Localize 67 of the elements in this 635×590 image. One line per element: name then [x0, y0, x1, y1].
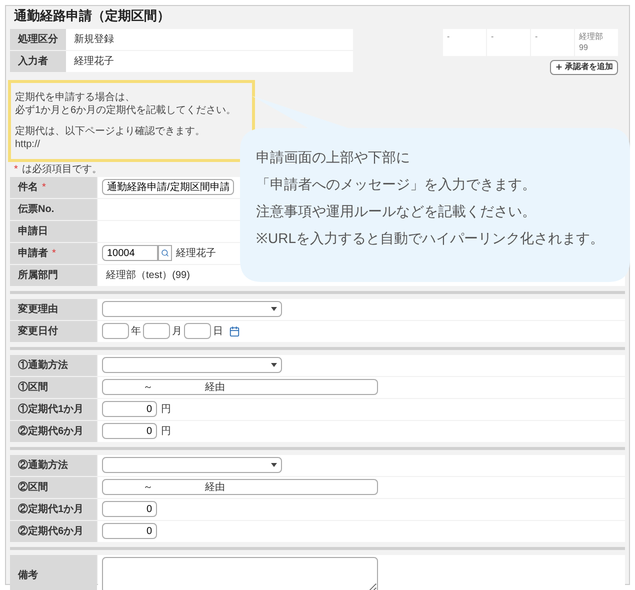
required-mark: *: [42, 180, 46, 194]
page-title: 通勤経路申請（定期区間）: [13, 7, 171, 25]
field-label: ②通勤方法: [18, 458, 68, 472]
field-label: 変更日付: [18, 324, 58, 338]
caret-icon: [271, 307, 277, 311]
message-text: 必ず1か月と6か月の定期代を記載してください。: [15, 104, 238, 116]
approver-text: -: [535, 30, 539, 42]
header-label: 処理区分: [10, 28, 66, 50]
required-mark: *: [14, 162, 18, 176]
caret-icon: [271, 363, 277, 367]
dropdown-field[interactable]: [102, 457, 282, 473]
message-text: 定期代を申請する場合は、: [15, 90, 136, 104]
remarks-field[interactable]: [102, 557, 378, 590]
applicant-name: 経理花子: [176, 246, 216, 260]
header-label: 入力者: [10, 50, 66, 72]
message-text: 定期代は、以下ページより確認できます。: [15, 124, 206, 138]
approver-text: 経理部: [579, 30, 604, 42]
route-field[interactable]: ～ 経由: [102, 479, 378, 495]
field-label: 申請者: [18, 246, 48, 260]
field-label: 件名: [18, 180, 38, 194]
field-label: ②区間: [18, 480, 48, 494]
date-unit: 年: [131, 324, 141, 338]
date-unit: 日: [213, 324, 223, 338]
route-field[interactable]: ～ 経由: [102, 379, 378, 395]
header-value: 経理花子: [66, 50, 353, 72]
amount-field[interactable]: 0: [102, 423, 157, 439]
plus-icon: [555, 63, 563, 71]
field-label: ②定期代6か月: [18, 424, 84, 438]
date-field[interactable]: [184, 323, 211, 339]
amount-field[interactable]: 0: [102, 401, 157, 417]
field-label: 申請日: [18, 224, 48, 238]
add-approver-button[interactable]: 承認者を追加: [550, 60, 618, 74]
amount-field[interactable]: 0: [102, 523, 157, 539]
applicant-code-field[interactable]: 10004: [102, 245, 158, 261]
callout-text: ※URLを入力すると自動でハイパーリンク化されます。: [256, 229, 604, 247]
field-label: 変更理由: [18, 302, 58, 316]
field-label: ①定期代1か月: [18, 402, 84, 416]
approver-text: -: [491, 30, 495, 42]
header-value: 新規登録: [66, 28, 353, 50]
required-note: は必須項目です。: [22, 162, 102, 176]
dropdown-field[interactable]: [102, 357, 282, 373]
search-button[interactable]: [158, 245, 172, 261]
callout-text: 注意事項や運用ルールなどを記載ください。: [256, 202, 536, 220]
search-icon: [161, 249, 169, 257]
date-field[interactable]: [102, 323, 129, 339]
currency-unit: 円: [161, 402, 171, 416]
field-label: ②定期代6か月: [18, 524, 84, 538]
amount-field[interactable]: 0: [102, 501, 157, 517]
dropdown-field[interactable]: [102, 301, 282, 317]
calendar-icon[interactable]: [229, 326, 240, 336]
field-label: 所属部門: [18, 268, 58, 282]
date-field[interactable]: [143, 323, 170, 339]
approver-text: -: [447, 30, 451, 42]
field-label: 伝票No.: [18, 202, 54, 216]
field-value: 経理部（test）(99): [105, 268, 191, 282]
field-label: ①区間: [18, 380, 48, 394]
callout-text: 「申請者へのメッセージ」を入力できます。: [256, 175, 536, 193]
callout-text: 申請画面の上部や下部に: [256, 148, 410, 166]
message-text: http://: [15, 138, 42, 150]
field-label: ①通勤方法: [18, 358, 68, 372]
approver-text: 99: [579, 42, 589, 52]
currency-unit: 円: [161, 424, 171, 438]
field-label: 備考: [18, 568, 38, 582]
date-unit: 月: [172, 324, 182, 338]
field-label: ②定期代1か月: [18, 502, 84, 516]
required-mark: *: [52, 246, 56, 260]
caret-icon: [271, 463, 277, 467]
